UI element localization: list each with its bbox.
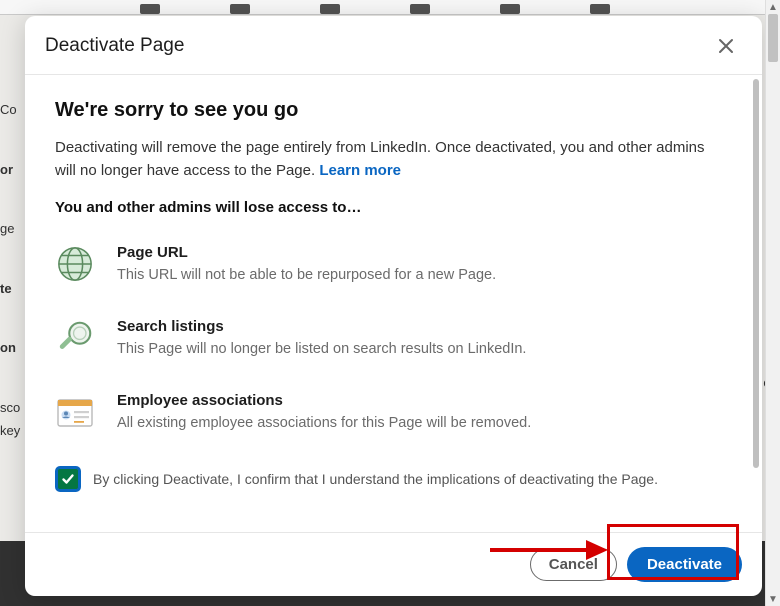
confirm-checkbox[interactable]: [55, 466, 81, 492]
close-icon: [717, 37, 735, 55]
confirm-text: By clicking Deactivate, I confirm that I…: [93, 471, 658, 487]
item-title: Employee associations: [117, 392, 531, 409]
lose-access-heading: You and other admins will lose access to…: [55, 199, 720, 216]
deactivate-modal: Deactivate Page We're sorry to see you g…: [25, 16, 762, 596]
modal-header: Deactivate Page: [25, 16, 762, 75]
scroll-up-icon[interactable]: ▲: [766, 0, 780, 14]
item-desc: This Page will no longer be listed on se…: [117, 341, 526, 357]
learn-more-link[interactable]: Learn more: [319, 162, 401, 179]
item-title: Search listings: [117, 318, 526, 335]
check-icon: [61, 472, 75, 486]
modal-scrollbar[interactable]: [750, 75, 762, 532]
lose-item-page-url: Page URL This URL will not be able to be…: [55, 244, 720, 284]
item-desc: This URL will not be able to be repurpos…: [117, 267, 496, 283]
modal-footer: Cancel Deactivate: [25, 532, 762, 596]
modal-title: Deactivate Page: [45, 35, 184, 57]
scroll-down-icon[interactable]: ▼: [766, 592, 780, 606]
confirm-row: By clicking Deactivate, I confirm that I…: [55, 466, 720, 492]
lose-item-employee: Employee associations All existing emplo…: [55, 392, 720, 432]
deactivate-button[interactable]: Deactivate: [627, 547, 742, 582]
sorry-heading: We're sorry to see you go: [55, 99, 720, 122]
cancel-button[interactable]: Cancel: [530, 548, 617, 581]
item-title: Page URL: [117, 244, 496, 261]
item-desc: All existing employee associations for t…: [117, 415, 531, 431]
page-scrollbar[interactable]: ▲ ▼: [765, 0, 780, 606]
close-button[interactable]: [712, 32, 740, 60]
modal-body: We're sorry to see you go Deactivating w…: [25, 75, 750, 532]
deactivate-description: Deactivating will remove the page entire…: [55, 136, 720, 183]
magnifier-icon: [55, 318, 95, 358]
id-card-icon: [55, 392, 95, 432]
lose-item-search: Search listings This Page will no longer…: [55, 318, 720, 358]
page-scroll-thumb[interactable]: [768, 14, 778, 62]
globe-icon: [55, 244, 95, 284]
modal-scroll-thumb[interactable]: [753, 79, 759, 468]
